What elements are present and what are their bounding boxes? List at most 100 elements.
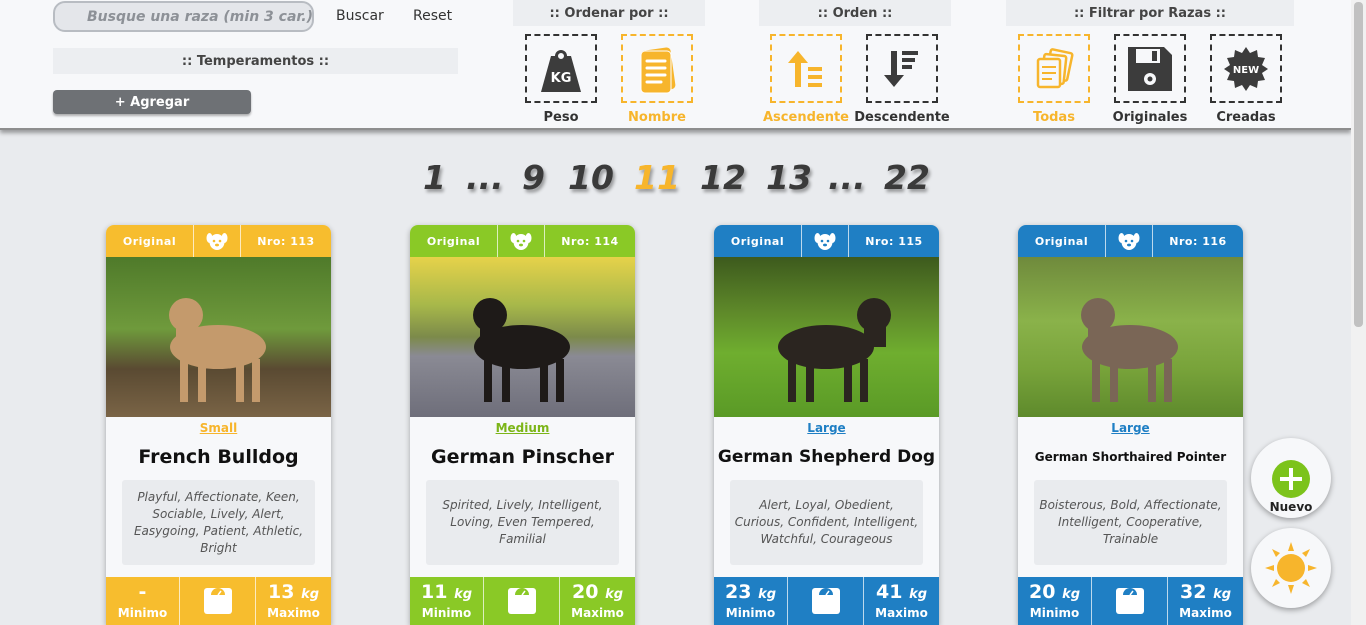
filter-originals-option[interactable]: Originales (1113, 34, 1187, 125)
header: Buscar Reset :: Temperamentos :: + Agreg… (0, 0, 1351, 130)
min-weight-value: 11 (420, 581, 448, 603)
breed-card[interactable]: Original Nro: 115 Large German Shepherd … (714, 225, 939, 625)
dog-photo (410, 257, 635, 417)
card-temperaments: Alert, Loyal, Obedient, Curious, Confide… (730, 480, 923, 565)
reset-button[interactable]: Reset (413, 8, 452, 24)
min-weight: 20 kg Minimo (1018, 577, 1092, 625)
card-size: Small (199, 421, 238, 435)
page-link[interactable]: 1 (423, 158, 446, 197)
page-ellipsis: ... (466, 158, 504, 197)
max-weight-unit: kg (909, 587, 928, 602)
scale-icon (484, 577, 560, 625)
page-link[interactable]: 22 (884, 158, 930, 197)
card-temperaments: Boisterous, Bold, Affectionate, Intellig… (1034, 480, 1227, 565)
min-weight-label: Minimo (117, 606, 168, 620)
filter-all-option[interactable]: Todas (1018, 34, 1090, 125)
new-badge-icon: NEW (1224, 46, 1268, 91)
dog-photo (714, 257, 939, 417)
card-footer: 23 kg Minimo 41 kg Maximo (714, 577, 939, 625)
page-link[interactable]: 13 (766, 158, 812, 197)
svg-text:NEW: NEW (1233, 65, 1259, 76)
svg-text:KG: KG (551, 71, 572, 86)
dog-face-icon (1106, 225, 1153, 257)
card-origin: Original (714, 225, 802, 257)
page-link[interactable]: 12 (700, 158, 746, 197)
max-weight-label: Maximo (875, 606, 928, 620)
min-weight-value: 20 (1028, 581, 1056, 603)
card-size: Large (807, 421, 846, 435)
sort-by-title: :: Ordenar por :: (513, 0, 705, 26)
min-weight-unit: kg (454, 587, 473, 602)
max-weight-label: Maximo (571, 606, 624, 620)
min-weight-unit: kg (758, 587, 777, 602)
max-weight: 20 kg Maximo (560, 577, 635, 625)
scrollbar-thumb[interactable] (1354, 2, 1363, 327)
max-weight: 13 kg Maximo (256, 577, 331, 625)
card-temperaments: Playful, Affectionate, Keen, Sociable, L… (122, 480, 315, 565)
sun-icon (1265, 542, 1317, 594)
page-ellipsis: ... (828, 158, 866, 197)
card-header: Original Nro: 113 (106, 225, 331, 257)
pagination: 1 ... 9 10 11 12 13 ... 22 (0, 158, 1351, 202)
filter-created-label: Creadas (1216, 110, 1276, 125)
order-ascending-option[interactable]: Ascendente (763, 34, 849, 125)
document-icon (640, 46, 676, 93)
breed-card[interactable]: Original Nro: 114 Medium German Pinscher… (410, 225, 635, 625)
page-link[interactable]: 10 (568, 158, 614, 197)
search-input[interactable] (53, 1, 314, 32)
card-breed-name: German Shorthaired Pointer (1034, 450, 1227, 464)
min-weight-label: Minimo (421, 606, 472, 620)
min-weight-label: Minimo (1029, 606, 1080, 620)
card-size: Medium (495, 421, 550, 435)
new-breed-button[interactable]: Nuevo (1251, 438, 1331, 518)
card-number: Nro: 116 (1169, 234, 1227, 248)
plus-icon (1272, 460, 1310, 498)
card-footer: 11 kg Minimo 20 kg Maximo (410, 577, 635, 625)
page-link-current[interactable]: 11 (634, 158, 680, 197)
card-header: Original Nro: 114 (410, 225, 635, 257)
card-footer: 20 kg Minimo 32 kg Maximo (1018, 577, 1243, 625)
scale-icon (1092, 577, 1168, 625)
min-weight-label: Minimo (725, 606, 776, 620)
search-button[interactable]: Buscar (336, 8, 384, 24)
max-weight-label: Maximo (267, 606, 320, 620)
scale-icon (788, 577, 864, 625)
card-number: Nro: 114 (561, 234, 619, 248)
card-origin: Original (106, 225, 194, 257)
all-icon (1036, 47, 1074, 88)
dog-photo (1018, 257, 1243, 417)
card-breed-name: French Bulldog (138, 446, 299, 468)
scrollbar[interactable] (1351, 0, 1366, 625)
min-weight: - Minimo (106, 577, 180, 625)
dog-face-icon (498, 225, 545, 257)
card-number: Nro: 113 (257, 234, 315, 248)
card-temperaments: Spirited, Lively, Intelligent, Loving, E… (426, 480, 619, 565)
card-size: Large (1111, 421, 1150, 435)
breed-card[interactable]: Original Nro: 113 Small French Bulldog P… (106, 225, 331, 625)
max-weight-value: 13 (267, 581, 295, 603)
add-temperament-button[interactable]: + Agregar (53, 90, 251, 114)
max-weight: 41 kg Maximo (864, 577, 939, 625)
page-link[interactable]: 9 (522, 158, 545, 197)
temperamentos-title: :: Temperamentos :: (53, 48, 458, 74)
min-weight: 11 kg Minimo (410, 577, 484, 625)
sort-ascending-icon (788, 50, 822, 87)
max-weight-value: 32 (1179, 581, 1207, 603)
filter-created-option[interactable]: NEW Creadas (1210, 34, 1282, 125)
max-weight-label: Maximo (1179, 606, 1232, 620)
order-title: :: Orden :: (759, 0, 951, 26)
order-descending-option[interactable]: Descendente (854, 34, 950, 125)
breed-card[interactable]: Original Nro: 116 Large German Shorthair… (1018, 225, 1243, 625)
filter-title: :: Filtrar por Razas :: (1006, 0, 1294, 26)
max-weight-value: 20 (571, 581, 599, 603)
card-breed-name: German Pinscher (431, 446, 614, 468)
theme-toggle-button[interactable] (1251, 528, 1331, 608)
sort-by-name-option[interactable]: Nombre (621, 34, 693, 125)
max-weight-unit: kg (1213, 587, 1232, 602)
sort-by-weight-option[interactable]: KG Peso (525, 34, 597, 125)
dog-face-icon (194, 225, 241, 257)
floppy-disk-icon (1128, 46, 1172, 91)
order-descending-label: Descendente (854, 110, 950, 125)
dog-face-icon (802, 225, 849, 257)
sort-by-name-label: Nombre (628, 110, 686, 125)
